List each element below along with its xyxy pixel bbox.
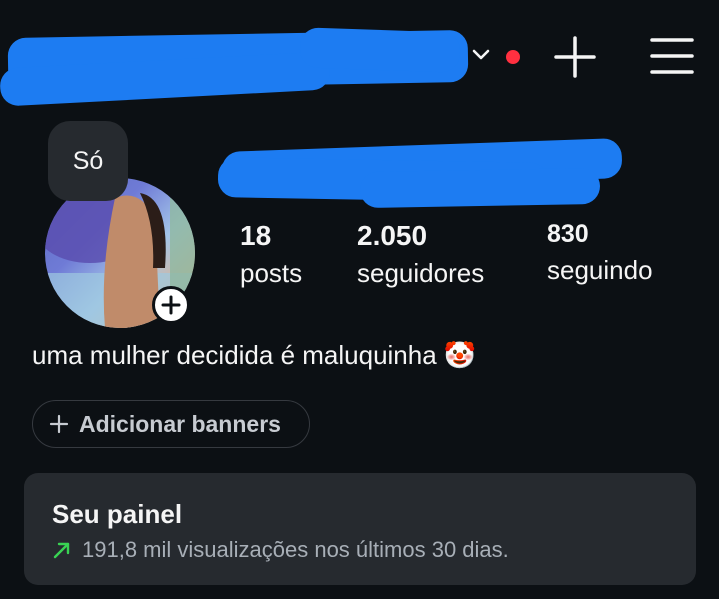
dashboard-summary: 191,8 mil visualizações nos últimos 30 d… (52, 537, 509, 563)
stat-posts[interactable]: 18 posts (240, 220, 302, 289)
dashboard-title: Seu painel (52, 499, 183, 529)
add-story-plus-icon[interactable] (152, 286, 190, 324)
chevron-down-icon[interactable] (470, 44, 492, 66)
followers-count: 2.050 (357, 220, 428, 251)
followers-label: seguidores (357, 258, 485, 288)
following-label: seguindo (547, 255, 653, 285)
posts-label: posts (240, 258, 303, 288)
menu-icon[interactable] (648, 34, 696, 78)
notification-dot (506, 50, 520, 64)
profile-bio: uma mulher decidida é maluquinha 🤡 (32, 340, 477, 370)
stat-following[interactable]: 830 seguindo (547, 220, 653, 286)
stat-followers[interactable]: 2.050 seguidores (357, 220, 484, 289)
add-banners-label: Adicionar banners (79, 410, 281, 437)
dashboard-subtitle: 191,8 mil visualizações nos últimos 30 d… (82, 537, 509, 562)
following-count: 830 (547, 220, 589, 248)
create-plus-icon[interactable] (552, 34, 598, 80)
add-banners-button[interactable]: Adicionar banners (32, 400, 310, 448)
profile-note-text: Só (72, 146, 104, 175)
plus-icon (49, 414, 69, 434)
trending-up-arrow-icon (53, 542, 70, 559)
posts-count: 18 (240, 220, 272, 251)
profile-note-bubble[interactable]: Só (48, 121, 128, 201)
professional-dashboard-card[interactable]: Seu painel 191,8 mil visualizações nos ú… (24, 473, 696, 585)
